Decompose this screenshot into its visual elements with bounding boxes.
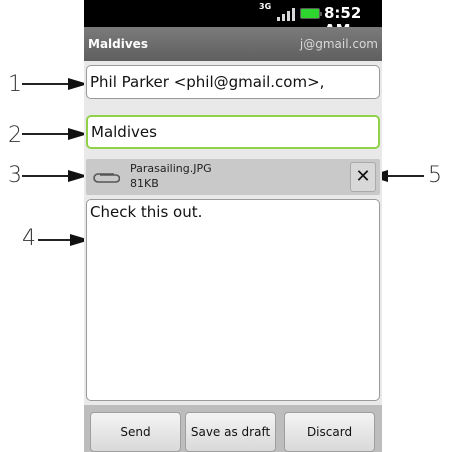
attachment-filename: Parasailing.JPG bbox=[130, 162, 212, 175]
callout-label-4: 4 bbox=[22, 226, 36, 251]
callout-arrow-1 bbox=[22, 78, 88, 90]
remove-attachment-icon[interactable]: ✕ bbox=[350, 162, 376, 192]
paperclip-icon bbox=[93, 173, 120, 183]
discard-button[interactable]: Discard bbox=[284, 412, 375, 452]
title-subject: Maldives bbox=[88, 37, 148, 51]
phone-screen: 3G 8:52 AM Maldives j@gmail.com Phil Par… bbox=[84, 0, 382, 452]
callout-label-5: 5 bbox=[428, 163, 442, 188]
subject-field-value: Maldives bbox=[91, 123, 157, 141]
status-bar: 3G 8:52 AM bbox=[84, 0, 382, 39]
send-button[interactable]: Send bbox=[90, 412, 181, 452]
network-3g-icon: 3G bbox=[259, 2, 272, 11]
subject-field[interactable]: Maldives bbox=[86, 115, 380, 149]
battery-icon bbox=[300, 8, 322, 19]
title-account: j@gmail.com bbox=[299, 37, 378, 51]
signal-icon bbox=[277, 7, 297, 21]
attachment-item[interactable]: Parasailing.JPG 81KB ✕ bbox=[86, 159, 380, 195]
save-draft-button[interactable]: Save as draft bbox=[185, 412, 276, 452]
body-field[interactable]: Check this out. bbox=[86, 199, 380, 401]
body-field-value: Check this out. bbox=[90, 203, 203, 221]
button-bar: Send Save as draft Discard bbox=[84, 405, 382, 452]
to-field[interactable]: Phil Parker <phil@gmail.com>, bbox=[86, 65, 380, 99]
title-bar: Maldives j@gmail.com bbox=[84, 27, 382, 61]
callout-arrow-3 bbox=[22, 170, 88, 182]
to-field-value: Phil Parker <phil@gmail.com>, bbox=[90, 73, 325, 91]
attachment-size: 81KB bbox=[130, 177, 159, 190]
callout-arrow-2 bbox=[22, 128, 88, 140]
